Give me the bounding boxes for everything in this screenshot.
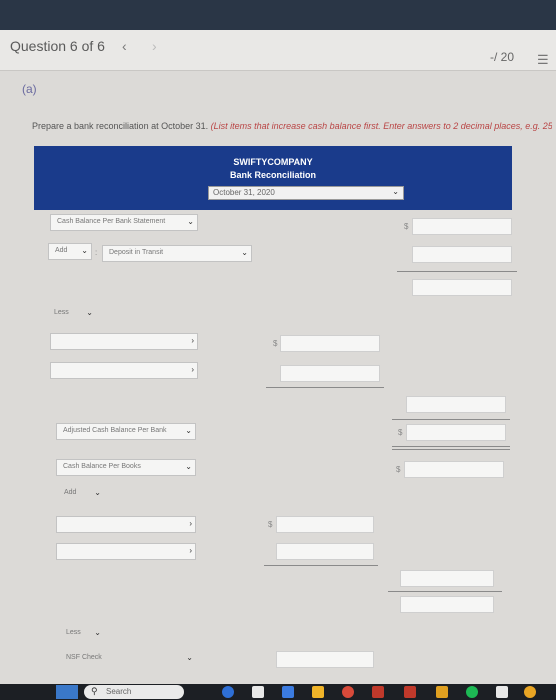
subtotal-input[interactable] bbox=[412, 279, 512, 296]
select-label: Add bbox=[64, 489, 77, 496]
app-icon-red[interactable] bbox=[342, 686, 354, 698]
chevron-down-icon: ⌄ bbox=[241, 248, 248, 257]
select-label: Less bbox=[54, 309, 69, 316]
books-subtotal-input[interactable] bbox=[400, 596, 494, 613]
cash-balance-per-bank-select[interactable]: Cash Balance Per Bank Statement ⌄ bbox=[50, 214, 198, 231]
window-icon[interactable] bbox=[496, 686, 508, 698]
less-amount-input-2[interactable] bbox=[280, 365, 380, 382]
deposit-in-transit-select[interactable]: Deposit in Transit ⌄ bbox=[102, 245, 252, 262]
score-label: -/ 20 bbox=[490, 50, 515, 64]
select-label: Add bbox=[55, 247, 68, 254]
windows-taskbar: ⚲ Search bbox=[0, 684, 556, 700]
less-total-input[interactable] bbox=[406, 396, 506, 413]
select-label: Cash Balance Per Bank Statement bbox=[57, 218, 166, 225]
chevron-down-icon: ⌄ bbox=[94, 488, 101, 497]
less-amount-input-1[interactable] bbox=[280, 335, 380, 352]
deposit-in-transit-input[interactable] bbox=[412, 246, 512, 263]
folder-icon[interactable] bbox=[312, 686, 324, 698]
cash-balance-per-books-select[interactable]: Cash Balance Per Books ⌄ bbox=[56, 459, 196, 476]
chevron-right-icon: › bbox=[189, 546, 192, 555]
list-icon[interactable]: ☰ bbox=[537, 52, 549, 68]
dollar-sign: $ bbox=[268, 520, 273, 529]
nsf-check-select[interactable]: NSF Check ⌄ bbox=[60, 651, 196, 668]
video-call-icon[interactable] bbox=[282, 686, 294, 698]
spotify-icon[interactable] bbox=[466, 686, 478, 698]
question-prompt: Prepare a bank reconciliation at October… bbox=[32, 121, 552, 131]
add-item-select-1[interactable]: › bbox=[56, 516, 196, 533]
add-item-select-2[interactable]: › bbox=[56, 543, 196, 560]
less-total-rule bbox=[266, 387, 384, 388]
books-subtotal-rule bbox=[388, 591, 502, 592]
less-select[interactable]: Less ⌄ bbox=[48, 306, 96, 323]
edge-icon[interactable] bbox=[222, 686, 234, 698]
chevron-down-icon: ⌄ bbox=[94, 628, 101, 637]
chevron-down-icon: ⌄ bbox=[187, 217, 194, 226]
date-select[interactable]: October 31, 2020 ⌄ bbox=[208, 186, 404, 200]
adjusted-cash-balance-select[interactable]: Adjusted Cash Balance Per Bank ⌄ bbox=[56, 423, 196, 440]
add-amount-input-2[interactable] bbox=[276, 543, 374, 560]
start-icon[interactable] bbox=[56, 685, 78, 699]
statement-title: Bank Reconciliation bbox=[229, 170, 317, 180]
subtotal-rule bbox=[397, 271, 517, 272]
adjusted-bank-balance-input[interactable] bbox=[406, 424, 506, 441]
reconciliation-banner: SWIFTYCOMPANY Bank Reconciliation Octobe… bbox=[34, 146, 512, 210]
dollar-sign: $ bbox=[404, 222, 409, 231]
company-name: SWIFTYCOMPANY bbox=[233, 157, 313, 167]
store-icon[interactable] bbox=[436, 686, 448, 698]
book-balance-input[interactable] bbox=[404, 461, 504, 478]
chevron-down-icon: ⌄ bbox=[186, 653, 193, 662]
less-item-select-2[interactable]: › bbox=[50, 362, 198, 379]
question-header: Question 6 of 6 ‹ › -/ 20 ☰ bbox=[0, 30, 556, 71]
taskbar-search[interactable]: ⚲ Search bbox=[84, 685, 184, 699]
select-label: Deposit in Transit bbox=[109, 249, 164, 256]
part-label: (a) bbox=[22, 82, 37, 96]
adjusted-bank-rule bbox=[392, 419, 510, 420]
question-counter: Question 6 of 6 bbox=[10, 38, 105, 54]
prompt-text: Prepare a bank reconciliation at October… bbox=[32, 121, 209, 131]
chevron-down-icon: ⌄ bbox=[392, 187, 399, 196]
double-rule-2 bbox=[392, 449, 510, 450]
chevron-right-icon: › bbox=[191, 336, 194, 345]
app-icon-m[interactable] bbox=[372, 686, 384, 698]
app-icon-n[interactable] bbox=[404, 686, 416, 698]
date-value: October 31, 2020 bbox=[213, 188, 275, 197]
double-rule bbox=[392, 446, 510, 447]
add-total-rule bbox=[264, 565, 378, 566]
select-label: Less bbox=[66, 629, 81, 636]
nsf-amount-input[interactable] bbox=[276, 651, 374, 668]
chrome-icon[interactable] bbox=[524, 686, 536, 698]
chevron-right-icon: › bbox=[189, 519, 192, 528]
add-amount-input-1[interactable] bbox=[276, 516, 374, 533]
file-icon[interactable] bbox=[252, 686, 264, 698]
browser-top-bar bbox=[0, 0, 556, 30]
chevron-down-icon: ⌄ bbox=[185, 462, 192, 471]
colon-separator: : bbox=[95, 248, 98, 257]
chevron-left-icon[interactable]: ‹ bbox=[122, 38, 127, 54]
dollar-sign: $ bbox=[396, 465, 401, 474]
chevron-right-icon[interactable]: › bbox=[152, 38, 157, 54]
less-item-select-1[interactable]: › bbox=[50, 333, 198, 350]
bank-balance-input[interactable] bbox=[412, 218, 512, 235]
dollar-sign: $ bbox=[273, 339, 278, 348]
select-label: Adjusted Cash Balance Per Bank bbox=[63, 427, 167, 434]
add-select-books[interactable]: Add ⌄ bbox=[58, 486, 104, 503]
select-label: Cash Balance Per Books bbox=[63, 463, 141, 470]
chevron-right-icon: › bbox=[191, 365, 194, 374]
add-select[interactable]: Add ⌄ bbox=[48, 243, 92, 260]
chevron-down-icon: ⌄ bbox=[81, 246, 88, 255]
less-select-books[interactable]: Less ⌄ bbox=[60, 626, 104, 643]
prompt-instruction: (List items that increase cash balance f… bbox=[210, 121, 552, 131]
search-icon: ⚲ bbox=[91, 686, 98, 696]
select-label: NSF Check bbox=[66, 654, 102, 661]
search-placeholder: Search bbox=[106, 687, 132, 696]
chevron-down-icon: ⌄ bbox=[185, 426, 192, 435]
chevron-down-icon: ⌄ bbox=[86, 308, 93, 317]
add-total-input[interactable] bbox=[400, 570, 494, 587]
dollar-sign: $ bbox=[398, 428, 403, 437]
